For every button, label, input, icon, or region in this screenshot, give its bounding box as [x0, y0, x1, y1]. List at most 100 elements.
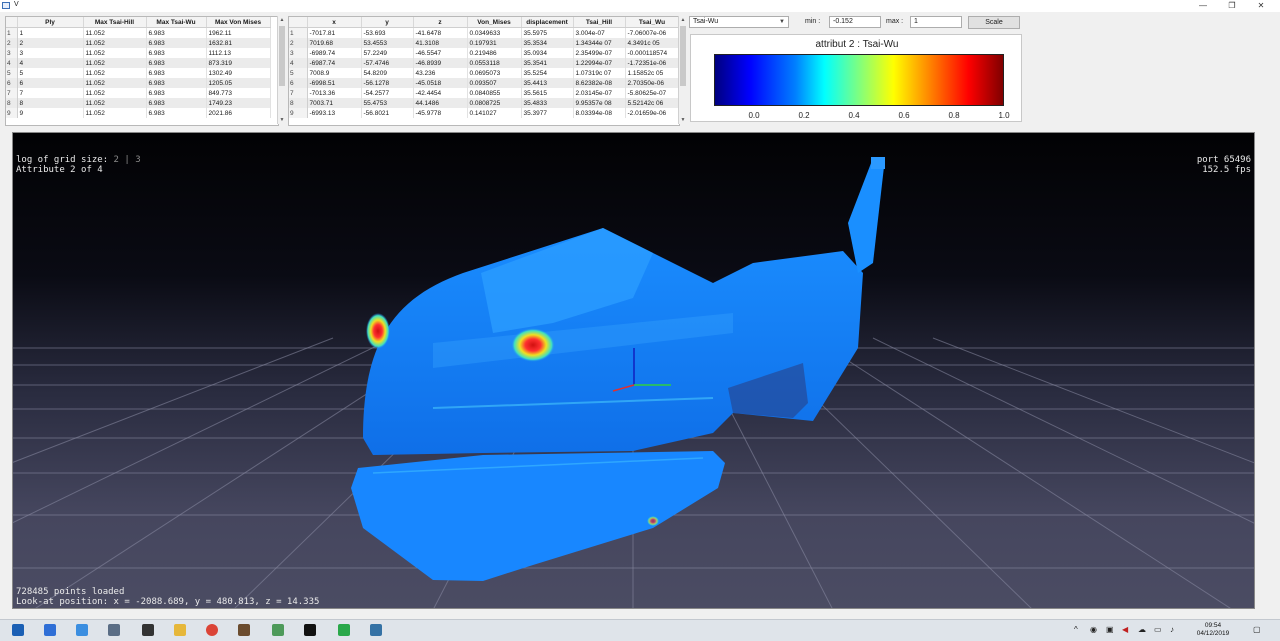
table-cell[interactable]: 7019.68: [307, 38, 362, 48]
table-cell[interactable]: 41.3108: [413, 38, 468, 48]
tray-antivirus-icon[interactable]: ◀: [1122, 625, 1128, 634]
table-cell[interactable]: 873.319: [206, 58, 271, 68]
table-cell[interactable]: 11.052: [83, 68, 147, 78]
table-cell[interactable]: 11.052: [83, 27, 147, 38]
row-header[interactable]: 4: [6, 58, 18, 68]
points-table-column-header[interactable]: [289, 17, 308, 28]
ply-table-row[interactable]: 6 6 11.052 6.983 1205.05: [6, 78, 271, 88]
ply-table-column-header[interactable]: Max Von Mises: [206, 17, 271, 28]
ply-table-column-header[interactable]: [6, 17, 18, 28]
row-header[interactable]: 8: [6, 98, 18, 108]
ply-table-row[interactable]: 5 5 11.052 6.983 1302.49: [6, 68, 271, 78]
points-table-column-header[interactable]: y: [361, 17, 414, 28]
table-cell[interactable]: 35.0934: [521, 48, 574, 58]
ply-table-row[interactable]: 8 8 11.052 6.983 1749.23: [6, 98, 271, 108]
table-cell[interactable]: -46.5547: [413, 48, 468, 58]
scroll-down-icon[interactable]: ▼: [679, 116, 687, 124]
table-cell[interactable]: 11.052: [83, 98, 147, 108]
table-cell[interactable]: 0.0553118: [467, 58, 522, 68]
row-header[interactable]: 7: [6, 88, 18, 98]
paint-icon[interactable]: [238, 624, 250, 636]
table-cell[interactable]: 44.1486: [413, 98, 468, 108]
table-cell[interactable]: 6: [17, 78, 84, 88]
files-icon[interactable]: [108, 624, 120, 636]
table-cell[interactable]: -2.01659e-06: [625, 108, 679, 118]
table-cell[interactable]: -5.80625e-07: [625, 88, 679, 98]
table-cell[interactable]: 2: [17, 38, 84, 48]
max-input[interactable]: 1: [910, 16, 962, 28]
points-table-row[interactable]: 1 -7017.81 -53.693 -41.6478 0.0349633 35.5975…: [289, 27, 679, 38]
table-cell[interactable]: 11.052: [83, 88, 147, 98]
table-cell[interactable]: 9.95357e 08: [573, 98, 626, 108]
table-cell[interactable]: 0.141027: [467, 108, 522, 118]
ply-table[interactable]: Ply Max Tsai-Hill Max Tsai-Wu Max Von Mises…: [5, 16, 279, 126]
scroll-down-icon[interactable]: ▼: [278, 116, 286, 124]
row-header[interactable]: 6: [289, 78, 308, 88]
scroll-thumb[interactable]: [279, 26, 285, 86]
table-cell[interactable]: 0.197931: [467, 38, 522, 48]
mail-icon[interactable]: [76, 624, 88, 636]
maximize-button[interactable]: ❐: [1221, 0, 1243, 12]
table-cell[interactable]: 1749.23: [206, 98, 271, 108]
table-cell[interactable]: 8: [17, 98, 84, 108]
table-cell[interactable]: -0.000118574: [625, 48, 679, 58]
tray-cloud-icon[interactable]: ☁: [1138, 625, 1146, 634]
min-input[interactable]: -0.152: [829, 16, 881, 28]
table-cell[interactable]: -54.2577: [361, 88, 414, 98]
table-cell[interactable]: 1.22994e-07: [573, 58, 626, 68]
table-cell[interactable]: 11.052: [83, 58, 147, 68]
table-cell[interactable]: -45.0518: [413, 78, 468, 88]
row-header[interactable]: 3: [289, 48, 308, 58]
table-cell[interactable]: 0.0349633: [467, 27, 522, 38]
table-cell[interactable]: -53.693: [361, 27, 414, 38]
table-cell[interactable]: -6987.74: [307, 58, 362, 68]
table-cell[interactable]: 1.15852c 05: [625, 68, 679, 78]
points-table-row[interactable]: 6 -6998.51 -56.1278 -45.0518 0.093507 35.4413…: [289, 78, 679, 88]
table-cell[interactable]: 6.983: [146, 48, 207, 58]
row-header[interactable]: 8: [289, 98, 308, 108]
table-cell[interactable]: 9: [17, 108, 84, 118]
taskbar-clock[interactable]: 09:54 04/12/2019: [1196, 622, 1230, 638]
ply-table-row[interactable]: 1 1 11.052 6.983 1962.11: [6, 27, 271, 38]
points-table-row[interactable]: 7 -7013.36 -54.2577 -42.4454 0.0840855 35.561…: [289, 88, 679, 98]
row-header[interactable]: 6: [6, 78, 18, 88]
points-table[interactable]: x y z Von_Mises displacement Tsai_Hill Tsai_Wu…: [288, 16, 680, 126]
minimize-button[interactable]: —: [1192, 0, 1214, 12]
table-cell[interactable]: -56.1278: [361, 78, 414, 88]
scroll-thumb[interactable]: [680, 26, 686, 86]
table-cell[interactable]: 4.3491c 05: [625, 38, 679, 48]
table-cell[interactable]: 0.0840855: [467, 88, 522, 98]
table-cell[interactable]: 1302.49: [206, 68, 271, 78]
table-cell[interactable]: -56.8021: [361, 108, 414, 118]
ply-table-column-header[interactable]: Max Tsai-Wu: [146, 17, 207, 28]
points-table-row[interactable]: 5 7008.9 54.8209 43.236 0.0695073 35.5254 1.07…: [289, 68, 679, 78]
table-cell[interactable]: 8.03394e-08: [573, 108, 626, 118]
terminal-icon[interactable]: [304, 624, 316, 636]
table-cell[interactable]: 3: [17, 48, 84, 58]
points-table-row[interactable]: 3 -6989.74 57.2249 -46.5547 0.219486 35.0934 2…: [289, 48, 679, 58]
points-table-row[interactable]: 4 -6987.74 -57.4746 -46.8939 0.0553118 35.354…: [289, 58, 679, 68]
table-cell[interactable]: 1205.05: [206, 78, 271, 88]
table-cell[interactable]: 1: [17, 27, 84, 38]
table-cell[interactable]: 35.4833: [521, 98, 574, 108]
table-cell[interactable]: 55.4753: [361, 98, 414, 108]
row-header[interactable]: 7: [289, 88, 308, 98]
table-cell[interactable]: 6.983: [146, 88, 207, 98]
points-table-column-header[interactable]: Von_Mises: [467, 17, 522, 28]
ply-table-column-header[interactable]: Max Tsai-Hill: [83, 17, 147, 28]
table-cell[interactable]: 1.34344e 07: [573, 38, 626, 48]
table-cell[interactable]: 6.983: [146, 38, 207, 48]
table-cell[interactable]: 0.0808725: [467, 98, 522, 108]
table-cell[interactable]: 2.35499e-07: [573, 48, 626, 58]
points-table-column-header[interactable]: z: [413, 17, 468, 28]
table-cell[interactable]: 43.236: [413, 68, 468, 78]
table-cell[interactable]: 11.052: [83, 108, 147, 118]
table-cell[interactable]: 11.052: [83, 48, 147, 58]
ply-table-row[interactable]: 3 3 11.052 6.983 1112.13: [6, 48, 271, 58]
explorer-icon[interactable]: [44, 624, 56, 636]
table-cell[interactable]: 7: [17, 88, 84, 98]
table-cell[interactable]: 35.4413: [521, 78, 574, 88]
attribute-select[interactable]: Tsai-Wu ▼: [689, 16, 789, 28]
points-table-row[interactable]: 2 7019.68 53.4553 41.3108 0.197931 35.3534 1.3…: [289, 38, 679, 48]
row-header[interactable]: 9: [6, 108, 18, 118]
